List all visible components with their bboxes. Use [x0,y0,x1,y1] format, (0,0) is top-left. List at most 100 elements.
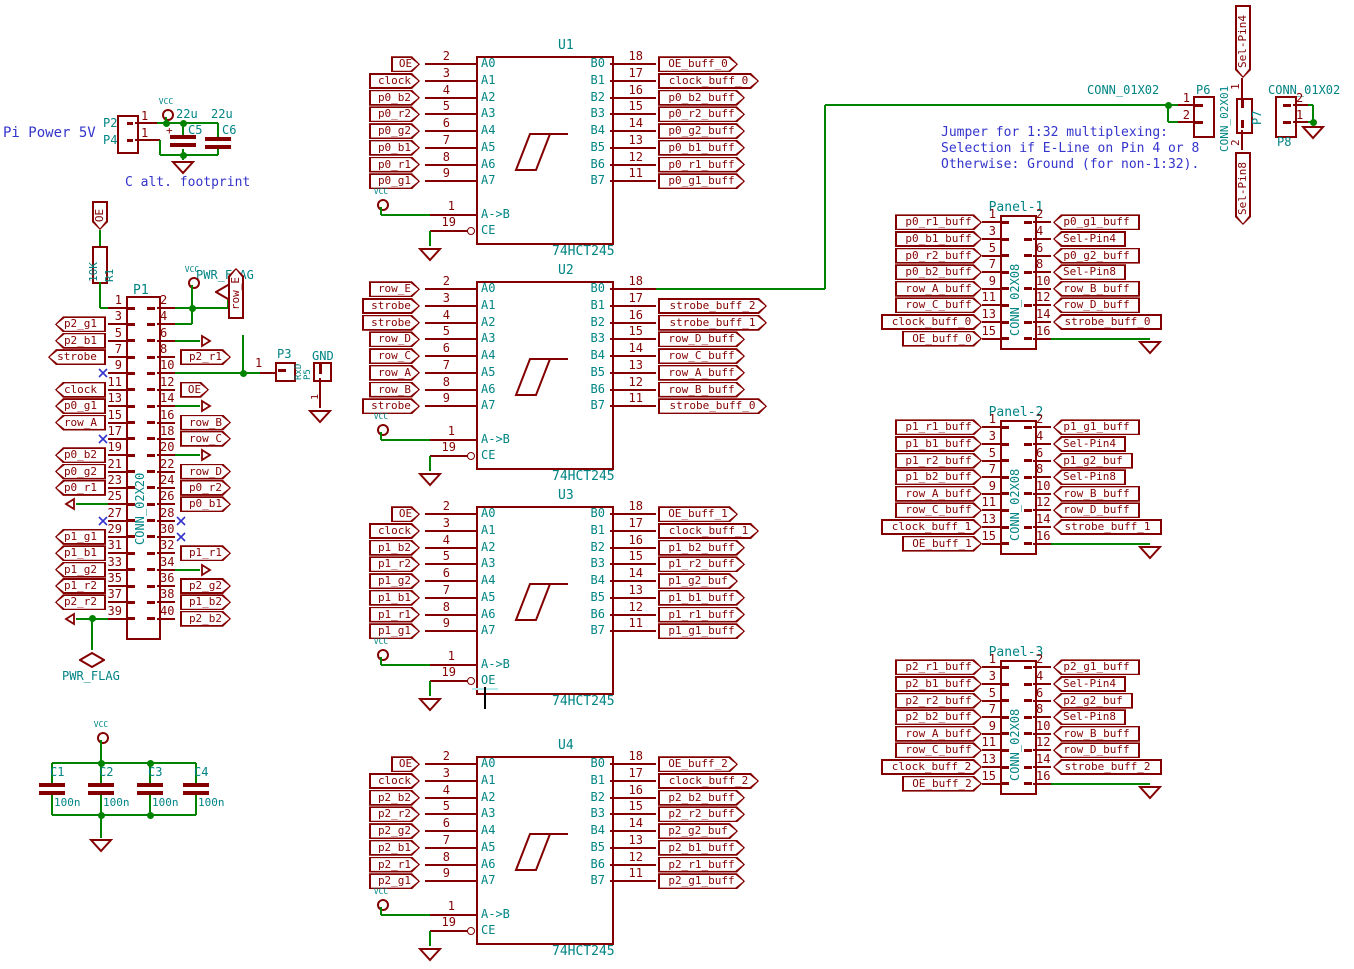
net-label-p0_r1_buff[interactable]: p0_r1_buff [658,157,745,173]
net-label-p0_r2_buff[interactable]: p0_r2_buff [895,248,982,264]
net-label-p0_b1_buff[interactable]: p0_b1_buff [658,140,745,156]
net-label-p0_r1[interactable]: p0_r1 [55,480,106,496]
net-label-p2_b1[interactable]: p2_b1 [369,840,420,856]
net-label-clock_buff_1[interactable]: clock_buff_1 [881,519,982,535]
net-label-row_B[interactable]: row_B [180,415,231,431]
net-label-p2_b1_buff[interactable]: p2_b1_buff [658,840,745,856]
net-label-Sel-Pin4[interactable]: Sel-Pin4 [1053,231,1126,247]
net-label-p2_g1_buff[interactable]: p2_g1_buff [658,873,745,889]
net-label-clock_buff_0[interactable]: clock_buff_0 [658,73,759,89]
net-label-row_B_buff[interactable]: row_B_buff [1053,726,1140,742]
net-label-row_B_buff[interactable]: row_B_buff [1053,486,1140,502]
net-label-p0_r1_buff[interactable]: p0_r1_buff [895,214,982,230]
net-label-p0_b1_buff[interactable]: p0_b1_buff [895,231,982,247]
global-label-oe-r1[interactable]: OE [92,201,108,230]
net-label-p1_b2[interactable]: p1_b2 [180,594,231,610]
connector-p3-body[interactable] [275,362,296,382]
net-label-p2_b2[interactable]: p2_b2 [369,790,420,806]
net-label-p1_r1_buff[interactable]: p1_r1_buff [658,607,745,623]
net-label-strobe[interactable]: strobe [362,315,420,331]
vcc-symbol[interactable] [377,424,389,436]
vcc-symbol[interactable] [377,649,389,661]
net-label-p1_g2[interactable]: p1_g2 [369,573,420,589]
net-label-Sel-Pin8[interactable]: Sel-Pin8 [1053,264,1126,280]
net-label-row_D[interactable]: row_D [180,464,231,480]
net-label-strobe_buff_0[interactable]: strobe_buff_0 [658,398,767,414]
net-label-p1_b1[interactable]: p1_b1 [369,590,420,606]
net-label-OE[interactable]: OE [391,756,420,772]
net-label-p2_r1[interactable]: p2_r1 [369,857,420,873]
net-label-p1_r1[interactable]: p1_r1 [369,607,420,623]
net-label-strobe[interactable]: strobe [362,298,420,314]
net-label-p1_r2[interactable]: p1_r2 [369,556,420,572]
net-label-p0_r2_buff[interactable]: p0_r2_buff [658,106,745,122]
net-label-row_B_buff[interactable]: row_B_buff [1053,281,1140,297]
net-label-strobe_buff_1[interactable]: strobe_buff_1 [1053,519,1162,535]
net-label-row_E[interactable]: row_E [369,281,420,297]
net-label-p0_g2[interactable]: p0_g2 [55,464,106,480]
net-label-row_D_buff[interactable]: row_D_buff [1053,297,1140,313]
net-label-p0_b2[interactable]: p0_b2 [369,90,420,106]
net-label-p2_r1[interactable]: p2_r1 [180,349,231,365]
net-label-p1_g1_buff[interactable]: p1_g1_buff [1053,419,1140,435]
net-label-row_C_buff[interactable]: row_C_buff [895,742,982,758]
net-label-p1_b2_buff[interactable]: p1_b2_buff [658,540,745,556]
net-label-clock[interactable]: clock [369,523,420,539]
vcc-symbol[interactable] [377,199,389,211]
net-label-OE_buff_2[interactable]: OE_buff_2 [902,776,982,792]
net-label-p2_g2[interactable]: p2_g2 [180,578,231,594]
net-label-p0_b2_buff[interactable]: p0_b2_buff [895,264,982,280]
net-label-p2_g2_buf[interactable]: p2_g2_buf [658,823,738,839]
net-label-p2_b2_buff[interactable]: p2_b2_buff [658,790,745,806]
net-label-p0_r1[interactable]: p0_r1 [369,157,420,173]
net-label-clock_buff_1[interactable]: clock_buff_1 [658,523,759,539]
net-label-p2_b1_buff[interactable]: p2_b1_buff [895,676,982,692]
net-label-p2_r2[interactable]: p2_r2 [55,594,106,610]
connector-gnd-body[interactable] [313,362,332,382]
net-label-OE[interactable]: OE [391,56,420,72]
net-label-clock_buff_0[interactable]: clock_buff_0 [881,314,982,330]
net-label-p0_b1[interactable]: p0_b1 [180,496,231,512]
net-label-strobe_buff_0[interactable]: strobe_buff_0 [1053,314,1162,330]
net-label-row_A_buff[interactable]: row_A_buff [658,365,745,381]
net-label-p2_g1[interactable]: p2_g1 [55,316,106,332]
net-label-row_C[interactable]: row_C [369,348,420,364]
net-label-row_A[interactable]: row_A [55,415,106,431]
net-label-p2_b1[interactable]: p2_b1 [55,333,106,349]
net-label-OE_buff_0[interactable]: OE_buff_0 [658,56,738,72]
vcc-symbol[interactable] [162,109,174,121]
vcc-symbol[interactable] [97,732,109,744]
note-jumper-1[interactable]: Jumper for 1:32 multiplexing: [941,126,1168,139]
net-label-p1_b1_buff[interactable]: p1_b1_buff [658,590,745,606]
net-label-OE_buff_1[interactable]: OE_buff_1 [658,506,738,522]
note-jumper-2[interactable]: Selection if E-Line on Pin 4 or 8 [941,142,1199,155]
net-label-row_A_buff[interactable]: row_A_buff [895,486,982,502]
net-label-strobe[interactable]: strobe [362,398,420,414]
connector-p6-body[interactable] [1193,96,1215,138]
net-label-row_C[interactable]: row_C [180,431,231,447]
net-label-OE_buff_2[interactable]: OE_buff_2 [658,756,738,772]
net-label-p1_b1_buff[interactable]: p1_b1_buff [895,436,982,452]
net-label-OE_buff_0[interactable]: OE_buff_0 [902,331,982,347]
net-label-row_A_buff[interactable]: row_A_buff [895,281,982,297]
net-label-p2_r1_buff[interactable]: p2_r1_buff [895,659,982,675]
net-label-clock_buff_2[interactable]: clock_buff_2 [658,773,759,789]
net-label-p1_r2[interactable]: p1_r2 [55,578,106,594]
net-label-clock_buff_2[interactable]: clock_buff_2 [881,759,982,775]
net-label-p2_r2_buff[interactable]: p2_r2_buff [895,693,982,709]
net-label-row_D_buff[interactable]: row_D_buff [658,331,745,347]
net-label-p2_g2[interactable]: p2_g2 [369,823,420,839]
net-label-p1_g1_buff[interactable]: p1_g1_buff [658,623,745,639]
net-label-p1_r1[interactable]: p1_r1 [180,545,231,561]
net-label-strobe_buff_2[interactable]: strobe_buff_2 [658,298,767,314]
net-label-row_B[interactable]: row_B [369,382,420,398]
net-label-p2_b2_buff[interactable]: p2_b2_buff [895,709,982,725]
net-label-clock[interactable]: clock [369,73,420,89]
net-label-p1_g1[interactable]: p1_g1 [55,529,106,545]
connector-p8-body[interactable] [1275,96,1297,138]
net-label-Sel-Pin8[interactable]: Sel-Pin8 [1053,469,1126,485]
note-jumper-3[interactable]: Otherwise: Ground (for non-1:32). [941,158,1199,171]
net-label-row_C_buff[interactable]: row_C_buff [658,348,745,364]
net-label-p0_g2[interactable]: p0_g2 [369,123,420,139]
net-label-p0_b2[interactable]: p0_b2 [55,447,106,463]
